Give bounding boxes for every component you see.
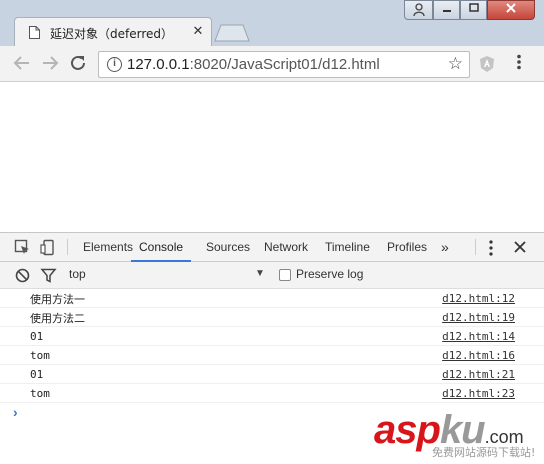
vertical-dots-icon — [489, 240, 493, 256]
vertical-dots-icon — [517, 54, 521, 70]
extension-shield-icon[interactable] — [478, 55, 496, 73]
console-message-row: tom d12.html:16 — [0, 346, 544, 365]
user-icon — [412, 3, 425, 17]
tab-elements[interactable]: Elements — [83, 233, 133, 262]
reload-button[interactable] — [68, 54, 88, 74]
devtools-separator — [475, 239, 476, 255]
tab-profiles[interactable]: Profiles — [387, 233, 427, 262]
close-icon — [514, 241, 526, 253]
devtools-menu-button[interactable] — [488, 233, 494, 262]
tab-console[interactable]: Console — [131, 233, 192, 262]
preserve-log-label: Preserve log — [296, 267, 364, 281]
url-path: :8020/JavaScript01/d12.html — [189, 56, 380, 73]
user-profile-button[interactable] — [404, 0, 433, 20]
title-bar: 延迟对象（deferred） ✕ — [0, 0, 544, 47]
console-message-text: 01 — [30, 368, 44, 381]
close-icon — [506, 3, 516, 13]
url-host: 127.0.0.1 — [127, 56, 190, 73]
browser-toolbar: i 127.0.0.1:8020/JavaScript01/d12.html ☆ — [0, 46, 544, 82]
watermark-asp: asp — [374, 408, 441, 452]
console-message-row: 01 d12.html:14 — [0, 327, 544, 346]
more-tabs-chevron-icon[interactable]: » — [441, 233, 449, 262]
context-selector[interactable]: top — [69, 267, 86, 281]
address-bar[interactable]: i 127.0.0.1:8020/JavaScript01/d12.html ☆ — [98, 51, 470, 78]
console-filter-bar: top ▼ Preserve log — [0, 262, 544, 289]
console-message-text: tom — [30, 349, 50, 362]
console-source-link[interactable]: d12.html:19 — [442, 311, 515, 324]
back-arrow-icon — [13, 56, 29, 70]
console-source-link[interactable]: d12.html:14 — [442, 330, 515, 343]
console-source-link[interactable]: d12.html:12 — [442, 292, 515, 305]
minimize-button[interactable] — [433, 0, 460, 20]
console-message-text: tom — [30, 387, 50, 400]
back-button[interactable] — [12, 54, 32, 74]
console-message-text: 01 — [30, 330, 44, 343]
devtools-separator — [67, 239, 68, 255]
maximize-icon — [468, 3, 479, 12]
console-source-link[interactable]: d12.html:16 — [442, 349, 515, 362]
window-close-button[interactable] — [487, 0, 535, 20]
inspect-element-icon[interactable] — [14, 239, 31, 256]
console-source-link[interactable]: d12.html:21 — [442, 368, 515, 381]
forward-button[interactable] — [40, 54, 60, 74]
devtools-close-button[interactable] — [514, 233, 526, 262]
clear-console-icon[interactable] — [14, 267, 31, 284]
new-tab-button[interactable] — [214, 24, 250, 42]
console-message-row: 01 d12.html:21 — [0, 365, 544, 384]
info-icon[interactable]: i — [107, 57, 122, 72]
tab-close-button[interactable]: ✕ — [191, 24, 205, 38]
preserve-log-checkbox[interactable] — [279, 269, 291, 281]
minimize-icon — [442, 10, 451, 12]
tab-network[interactable]: Network — [264, 233, 308, 262]
tab-sources[interactable]: Sources — [206, 233, 250, 262]
watermark-logo: aspku.com 免费网站源码下载站! — [370, 408, 540, 464]
url-text[interactable]: 127.0.0.1:8020/JavaScript01/d12.html — [127, 56, 380, 73]
browser-tab[interactable]: 延迟对象（deferred） ✕ — [14, 17, 212, 47]
page-content[interactable] — [0, 82, 544, 232]
devtools-tab-bar: Elements Console Sources Network Timelin… — [0, 233, 544, 262]
tab-timeline[interactable]: Timeline — [325, 233, 370, 262]
bookmark-star-icon[interactable]: ☆ — [448, 54, 463, 74]
console-message-row: 使用方法一 d12.html:12 — [0, 289, 544, 308]
filter-icon[interactable] — [40, 267, 57, 284]
browser-menu-button[interactable] — [512, 54, 526, 74]
watermark-subtitle: 免费网站源码下载站! — [432, 446, 536, 459]
console-output: 使用方法一 d12.html:12 使用方法二 d12.html:19 01 d… — [0, 289, 544, 423]
dropdown-arrow-icon[interactable]: ▼ — [255, 268, 265, 279]
console-source-link[interactable]: d12.html:23 — [442, 387, 515, 400]
console-message-text: 使用方法一 — [30, 293, 85, 306]
console-message-row: 使用方法二 d12.html:19 — [0, 308, 544, 327]
forward-arrow-icon — [43, 56, 59, 70]
device-toolbar-icon[interactable] — [40, 239, 57, 256]
console-message-row: tom d12.html:23 — [0, 384, 544, 403]
document-icon — [29, 26, 40, 39]
reload-icon — [71, 55, 85, 70]
prompt-chevron-icon: › — [13, 404, 18, 420]
maximize-button[interactable] — [460, 0, 487, 20]
tab-title: 延迟对象（deferred） — [50, 27, 174, 41]
console-message-text: 使用方法二 — [30, 312, 85, 325]
